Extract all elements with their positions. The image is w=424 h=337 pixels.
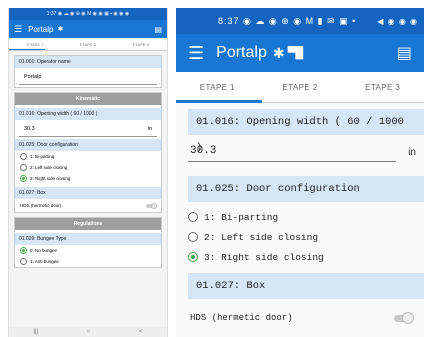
small-home-icon[interactable]: ○ (87, 327, 91, 337)
small-recents-icon[interactable]: ||| (33, 327, 38, 337)
small-door-option-3[interactable]: 3: Right side closing (15, 173, 161, 184)
opening-width-row: 30.3 in (188, 145, 416, 162)
small-operator-label: 01.001: Operator name (15, 56, 161, 68)
menu-icon[interactable]: ☰ (188, 43, 204, 64)
status-right: ◀ ◉ ◉ ◉ (377, 16, 418, 26)
door-option-bi-parting[interactable]: 1: Bi-parting (188, 207, 416, 227)
small-radio-2[interactable] (20, 164, 27, 171)
small-bungee-label: 01.029: Bungee Type (15, 233, 161, 245)
small-opening-width-label: 01.016: Opening width ( 60 / 1000 ) (15, 108, 161, 120)
small-bungee-option-1[interactable]: 1: Anti bungee (15, 256, 161, 267)
small-door-option-2-label: 2: Left side closing (30, 165, 68, 170)
small-tab-bar: ETAPE 1 ETAPE 2 ETAPE 3 (9, 38, 167, 51)
small-opening-width-input[interactable]: 30.3 in (19, 122, 157, 137)
small-doc-icon[interactable]: ▤ (154, 25, 162, 34)
small-radio-3[interactable] (20, 175, 27, 182)
small-app-bar: ☰ Portalp ✱ ▤ (9, 20, 167, 38)
small-bungee-radio-0[interactable] (20, 247, 27, 254)
radio-bi-parting[interactable] (188, 212, 198, 222)
small-nav-bar: ||| ○ < (9, 327, 167, 337)
small-back-icon[interactable]: < (139, 327, 143, 337)
bluetooth-icon: ✱ (272, 44, 285, 61)
hds-row: HDS (hermetic door) (188, 311, 416, 324)
small-operator-card: 01.001: Operator name Portalp (14, 55, 162, 88)
small-tab-indicator (9, 48, 45, 50)
door-option-2-label: 2: Left side closing (204, 231, 319, 243)
small-kinematic-header: Kinematic (15, 93, 161, 105)
small-door-option-1-label: 1: Bi-parting (30, 154, 55, 159)
small-bungee-option-0-label: 0: No bungee (30, 248, 58, 253)
opening-width-input[interactable]: 30.3 (188, 145, 397, 162)
app-title: Portalp (216, 44, 267, 61)
status-bar: 8:37 ◉ ☁ ◉ ⊕ ◉ M ▮ ✉ ▣ • ◀ ◉ ◉ ◉ (176, 8, 424, 34)
small-regulations-header: Regulations (15, 218, 161, 230)
small-hds-toggle[interactable] (146, 202, 157, 209)
connection-icon: ▀█ (287, 47, 304, 59)
radio-left-side-closing[interactable] (188, 232, 198, 242)
door-option-left-side-closing[interactable]: 2: Left side closing (188, 227, 416, 247)
small-hds-row: HDS (hermetic door) (15, 199, 161, 212)
small-operator-value: Portalp (24, 74, 42, 80)
small-regulations-card: Regulations 01.029: Bungee Type 0: No bu… (14, 217, 162, 268)
small-tab-etape-2[interactable]: ETAPE 2 (62, 42, 115, 47)
small-content: 01.001: Operator name Portalp Kinematic … (9, 51, 167, 276)
large-phone-screenshot: 8:37 ◉ ☁ ◉ ⊕ ◉ M ▮ ✉ ▣ • ◀ ◉ ◉ ◉ ☰ Porta… (176, 8, 424, 337)
small-opening-width-unit: in (147, 126, 152, 132)
small-door-option-1[interactable]: 1: Bi-parting (15, 151, 161, 162)
tab-etape-1[interactable]: ETAPE 1 (176, 83, 259, 92)
small-phone-screenshot: 1:37 ◉ ☁ ◉ ⊕ ◉ M ◉ ◉ ▣ ▪ ◉ ◉ ◉ ☰ Portalp… (8, 8, 168, 337)
door-config-label: 01.025: Door configuration (188, 176, 424, 202)
main-content: 01.016: Opening width ( 60 / 1000 ) 30.3… (176, 103, 424, 324)
small-opening-width-value: 30.3 (24, 126, 35, 132)
small-box-label: 01.027: Box (15, 187, 161, 199)
tab-etape-2[interactable]: ETAPE 2 (259, 83, 342, 92)
app-bar: ☰ Portalp ✱ ▀█ ▤ (176, 34, 424, 72)
small-tab-etape-1[interactable]: ETAPE 1 (9, 42, 62, 47)
small-status-bar: 1:37 ◉ ☁ ◉ ⊕ ◉ M ◉ ◉ ▣ ▪ ◉ ◉ ◉ (9, 8, 167, 20)
small-door-config-label: 01.025: Door configuration (15, 139, 161, 151)
hds-toggle[interactable] (394, 311, 414, 324)
small-operator-input[interactable]: Portalp (19, 70, 157, 85)
door-option-1-label: 1: Bi-parting (204, 211, 279, 223)
door-option-right-side-closing[interactable]: 3: Right side closing (188, 247, 416, 267)
tab-indicator (176, 100, 262, 103)
small-menu-icon[interactable]: ☰ (14, 24, 22, 35)
small-door-option-3-label: 3: Right side closing (30, 176, 71, 181)
opening-width-label: 01.016: Opening width ( 60 / 1000 ) (188, 109, 424, 154)
small-radio-1[interactable] (20, 153, 27, 160)
tab-etape-3[interactable]: ETAPE 3 (341, 83, 424, 92)
door-config-options: 1: Bi-parting 2: Left side closing 3: Ri… (188, 202, 416, 267)
small-kinematic-card: Kinematic 01.016: Opening width ( 60 / 1… (14, 92, 162, 213)
small-app-title: Portalp (28, 24, 54, 34)
box-label: 01.027: Box (188, 273, 424, 299)
small-bungee-radio-1[interactable] (20, 258, 27, 265)
small-hds-label: HDS (hermetic door) (20, 203, 62, 208)
tab-bar: ETAPE 1 ETAPE 2 ETAPE 3 (176, 72, 424, 103)
small-bungee-option-1-label: 1: Anti bungee (30, 259, 59, 264)
small-tab-etape-3[interactable]: ETAPE 3 (114, 42, 167, 47)
small-door-option-2[interactable]: 2: Left side closing (15, 162, 161, 173)
status-left: 8:37 ◉ ☁ ◉ ⊕ ◉ M ▮ ✉ ▣ • (218, 15, 357, 26)
radio-right-side-closing[interactable] (188, 252, 198, 262)
small-bluetooth-icon: ✱ (57, 26, 64, 33)
document-icon[interactable]: ▤ (397, 43, 412, 63)
opening-width-unit: in (408, 147, 416, 158)
hds-label: HDS (hermetic door) (190, 313, 293, 323)
door-option-3-label: 3: Right side closing (204, 251, 324, 263)
small-bungee-option-0[interactable]: 0: No bungee (15, 245, 161, 256)
